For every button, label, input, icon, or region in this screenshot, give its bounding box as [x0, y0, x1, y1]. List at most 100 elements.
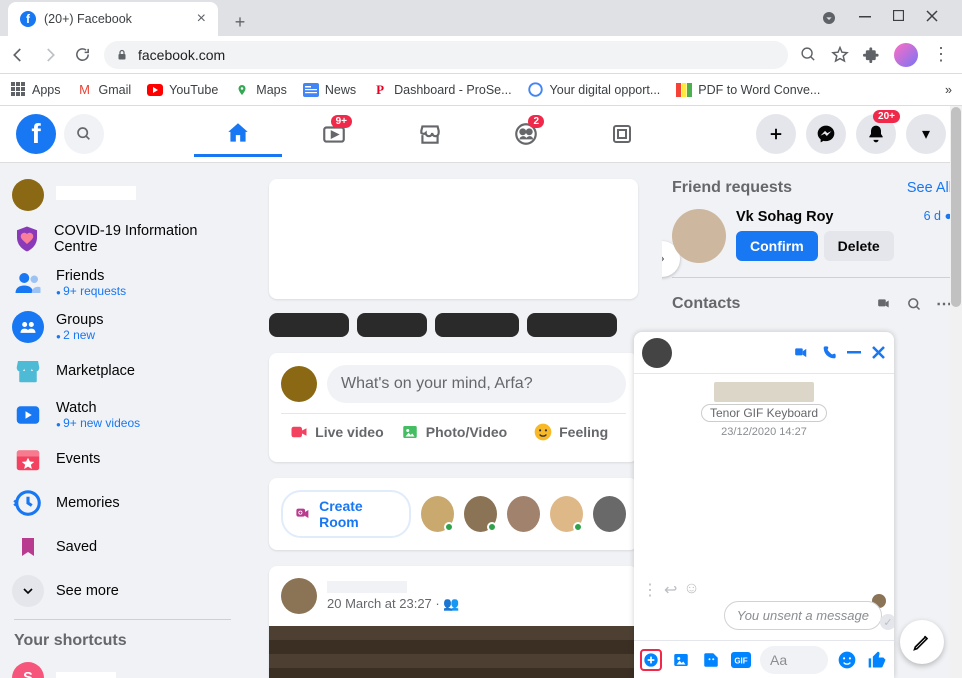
message-status-icon: ✓ [880, 614, 894, 630]
user-avatar [12, 179, 44, 211]
message-options-icon[interactable]: ⋮ [642, 580, 658, 600]
chat-avatar[interactable] [642, 338, 672, 368]
new-tab-button[interactable]: + [226, 8, 254, 36]
groups-tab[interactable]: 2 [482, 111, 570, 157]
new-message-fab[interactable] [900, 620, 944, 664]
bookmark-news[interactable]: News [303, 82, 356, 98]
emoji-picker-icon[interactable] [836, 649, 858, 671]
room-contact-avatar[interactable] [593, 496, 626, 532]
unsent-message: You unsent a message [724, 601, 882, 630]
browser-tab[interactable]: f (20+) Facebook × [8, 2, 218, 36]
sidebar-watch[interactable]: Watch9+ new videos [6, 393, 239, 437]
confirm-button[interactable]: Confirm [736, 231, 818, 261]
stories-row[interactable] [269, 313, 638, 337]
sidebar-see-more[interactable]: See more [6, 569, 239, 613]
composer-input[interactable]: What's on your mind, Arfa? [327, 365, 626, 403]
composer: What's on your mind, Arfa? Live video Ph… [269, 353, 638, 462]
pinterest-icon: P [372, 82, 388, 98]
shortcut-icon: S [12, 662, 44, 678]
marketplace-icon [12, 355, 44, 387]
extensions-icon[interactable] [863, 46, 880, 63]
bookmark-youtube[interactable]: YouTube [147, 82, 218, 98]
create-room-button[interactable]: Create Room [281, 490, 411, 538]
account-button[interactable]: ▾ [906, 114, 946, 154]
gif-label: Tenor GIF Keyboard [701, 404, 827, 422]
feeling-button[interactable]: Feeling [515, 414, 626, 450]
chat-input[interactable]: Aa [760, 646, 828, 674]
sidebar-saved[interactable]: Saved [6, 525, 239, 569]
lock-icon [116, 48, 128, 62]
gif-attachment-icon[interactable]: GIF [730, 649, 752, 671]
room-contact-avatar[interactable] [550, 496, 583, 532]
messenger-button[interactable] [806, 114, 846, 154]
events-icon [12, 443, 44, 475]
react-icon[interactable]: ☺ [683, 580, 699, 600]
bookmark-gmail[interactable]: MGmail [77, 82, 132, 98]
sidebar-marketplace[interactable]: Marketplace [6, 349, 239, 393]
bookmark-star-icon[interactable] [831, 46, 849, 64]
sidebar-memories[interactable]: Memories [6, 481, 239, 525]
back-icon[interactable] [8, 45, 28, 65]
watch-tab[interactable]: 9+ [290, 111, 378, 157]
create-button[interactable] [756, 114, 796, 154]
sidebar-profile[interactable] [6, 173, 239, 217]
add-attachment-icon[interactable] [640, 649, 662, 671]
tab-title: (20+) Facebook [44, 12, 132, 26]
close-tab-icon[interactable]: × [197, 10, 206, 28]
minimize-chat-icon[interactable] [847, 351, 861, 354]
close-window-icon[interactable] [926, 10, 938, 26]
minimize-icon[interactable] [859, 10, 871, 26]
bookmark-overflow-icon[interactable]: » [945, 83, 952, 97]
delete-button[interactable]: Delete [824, 231, 894, 261]
video-call-icon[interactable] [791, 346, 811, 360]
kebab-menu-icon[interactable]: ⋮ [932, 44, 948, 65]
sticker-attachment-icon[interactable] [700, 649, 722, 671]
like-icon[interactable] [866, 649, 888, 671]
photo-attachment-icon[interactable] [670, 649, 692, 671]
close-chat-icon[interactable] [871, 345, 886, 360]
reply-icon[interactable]: ↩ [664, 580, 677, 600]
room-contact-avatar[interactable] [464, 496, 497, 532]
voice-call-icon[interactable] [821, 345, 837, 361]
pdf-icon [676, 82, 692, 98]
live-video-button[interactable]: Live video [281, 414, 392, 450]
home-tab[interactable] [194, 111, 282, 157]
maximize-icon[interactable] [893, 10, 904, 26]
room-contact-avatar[interactable] [421, 496, 454, 532]
bookmark-apps[interactable]: Apps [10, 82, 61, 98]
post-avatar[interactable] [281, 578, 317, 614]
google-icon [528, 82, 544, 98]
bookmark-pdf[interactable]: PDF to Word Conve... [676, 82, 820, 98]
bookmark-maps[interactable]: Maps [234, 82, 287, 98]
post-image[interactable] [269, 626, 638, 678]
search-contacts-icon[interactable] [907, 297, 922, 312]
address-bar[interactable]: facebook.com [104, 41, 788, 69]
gaming-tab[interactable] [578, 111, 666, 157]
post-timestamp: 20 March at 23:27 · 👥 [327, 596, 460, 612]
marketplace-tab[interactable] [386, 111, 474, 157]
notifications-button[interactable]: 20+ [856, 114, 896, 154]
profile-avatar[interactable] [894, 43, 918, 67]
sidebar-events[interactable]: Events [6, 437, 239, 481]
bookmark-dashboard[interactable]: PDashboard - ProSe... [372, 82, 511, 98]
sidebar-friends[interactable]: Friends9+ requests [6, 261, 239, 305]
composer-avatar[interactable] [281, 366, 317, 402]
room-contact-avatar[interactable] [507, 496, 540, 532]
new-room-icon[interactable] [875, 297, 893, 311]
sidebar-groups[interactable]: Groups2 new [6, 305, 239, 349]
sidebar-covid[interactable]: COVID-19 Information Centre [6, 217, 239, 261]
see-all-link[interactable]: See All [907, 180, 952, 196]
chat-timestamp: 23/12/2020 14:27 [642, 426, 886, 438]
search-button[interactable] [64, 114, 104, 154]
friend-request-item[interactable]: Vk Sohag Roy6 d ● Confirm Delete [672, 203, 952, 278]
scrollbar[interactable] [950, 106, 962, 678]
photo-video-button[interactable]: Photo/Video [392, 414, 515, 450]
friend-avatar [672, 209, 726, 263]
facebook-logo[interactable]: f [16, 114, 56, 154]
sidebar-shortcut[interactable]: S [6, 656, 239, 678]
url-text: facebook.com [138, 47, 225, 63]
reload-icon[interactable] [72, 45, 92, 65]
zoom-icon[interactable] [800, 46, 817, 63]
bookmark-digital[interactable]: Your digital opport... [528, 82, 661, 98]
dropdown-icon[interactable] [821, 10, 837, 26]
